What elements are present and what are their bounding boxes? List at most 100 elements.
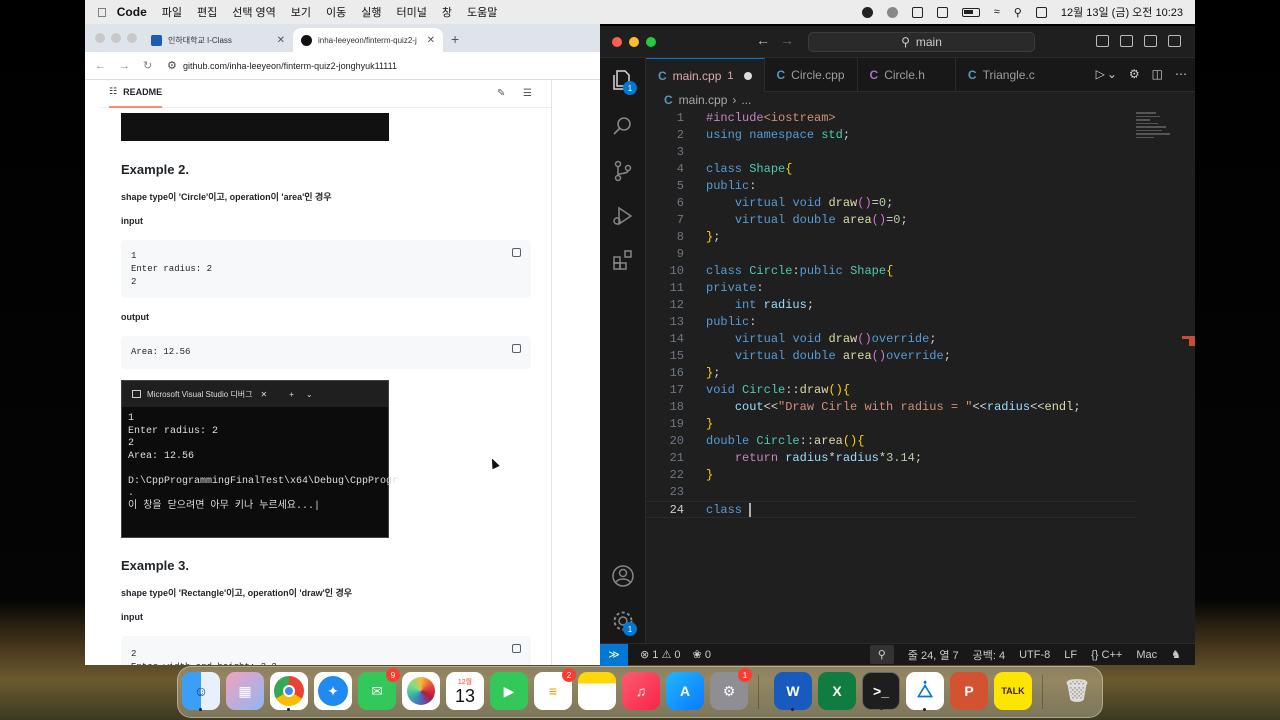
launchpad-icon[interactable]: ▦ bbox=[226, 672, 264, 710]
source-control-icon[interactable] bbox=[611, 159, 635, 183]
manage-gear-icon[interactable]: 1 bbox=[611, 609, 637, 636]
photos-icon[interactable] bbox=[402, 672, 440, 710]
tab-main-cpp[interactable]: C main.cpp 1 bbox=[646, 58, 765, 92]
run-icon[interactable]: ▷ bbox=[1096, 67, 1105, 81]
encoding[interactable]: UTF-8 bbox=[1019, 649, 1050, 661]
spotlight-icon[interactable]: ⚲ bbox=[1014, 6, 1022, 19]
chrome-icon[interactable] bbox=[270, 672, 308, 711]
tab-circle-h[interactable]: C Circle.h bbox=[858, 58, 956, 92]
system-settings-icon[interactable]: ⚙ 1 bbox=[710, 668, 752, 710]
menu-go[interactable]: 이동 bbox=[326, 4, 346, 20]
menu-clock[interactable]: 12월 13일 (금) 오전 10:23 bbox=[1061, 4, 1183, 20]
close-tab-icon[interactable]: ✕ bbox=[427, 35, 435, 46]
notes-icon[interactable] bbox=[578, 672, 616, 710]
word-icon[interactable]: W bbox=[774, 672, 812, 711]
status-ports[interactable]: ❀ 0 bbox=[693, 648, 711, 661]
readme-tab[interactable]: ☷ README bbox=[109, 80, 163, 108]
remote-indicator-icon[interactable]: ≫ bbox=[600, 643, 628, 666]
code-editor[interactable]: 1 #include<iostream> 2 using namespace std… bbox=[646, 110, 1195, 640]
copy-icon[interactable] bbox=[512, 344, 521, 353]
back-icon[interactable]: ← bbox=[95, 60, 109, 72]
platform[interactable]: Mac bbox=[1136, 649, 1157, 661]
minimize-window-icon[interactable] bbox=[111, 33, 121, 43]
close-window-icon[interactable] bbox=[612, 36, 622, 47]
input-source-icon[interactable] bbox=[936, 6, 948, 18]
run-dropdown-icon[interactable]: ⌄ bbox=[1107, 67, 1117, 81]
nav-forward-icon[interactable]: → bbox=[780, 32, 794, 48]
finder-icon[interactable]: ☺ bbox=[182, 672, 220, 711]
zoom-window-icon[interactable] bbox=[127, 33, 137, 43]
menu-edit[interactable]: 편집 bbox=[197, 4, 217, 20]
browser-tab-iclass[interactable]: 인하대학교 I-Class ✕ bbox=[143, 28, 293, 52]
cursor-position[interactable]: 줄 24, 열 7 bbox=[908, 647, 959, 663]
explorer-icon[interactable]: 1 bbox=[611, 68, 637, 95]
zoom-icon[interactable]: ⚲ bbox=[869, 645, 894, 664]
reminders-icon[interactable]: ≡ 2 bbox=[534, 668, 576, 710]
edit-pencil-icon[interactable]: ✎ bbox=[497, 88, 505, 99]
vscode-icon[interactable]: ⧊ bbox=[906, 672, 944, 711]
status-problems[interactable]: ⊗ 1 ⚠ 0 bbox=[640, 648, 681, 661]
customize-layout-icon[interactable] bbox=[1168, 35, 1181, 47]
music-icon[interactable]: ♫ bbox=[622, 672, 660, 710]
breadcrumb-file[interactable]: main.cpp bbox=[679, 93, 728, 107]
powerpoint-icon[interactable]: P bbox=[950, 672, 988, 710]
toggle-sidebar-icon[interactable] bbox=[1096, 35, 1109, 47]
more-actions-icon[interactable]: ⋯ bbox=[1175, 67, 1187, 81]
split-editor-icon[interactable]: ◫ bbox=[1152, 67, 1163, 81]
copy-icon[interactable] bbox=[512, 248, 521, 257]
new-tab-icon[interactable]: + bbox=[451, 31, 459, 47]
excel-icon[interactable]: X bbox=[818, 672, 856, 710]
safari-icon[interactable]: ✦ bbox=[314, 672, 352, 710]
settings-gear-icon[interactable]: ⚙ bbox=[1129, 67, 1140, 81]
terminal-icon[interactable]: >_ bbox=[862, 672, 900, 710]
record-icon[interactable] bbox=[861, 6, 873, 18]
site-info-icon[interactable]: ⚙ bbox=[167, 59, 181, 72]
reload-icon[interactable]: ↻ bbox=[143, 59, 157, 72]
unsaved-dot-icon[interactable] bbox=[743, 71, 752, 80]
breadcrumb-symbol[interactable]: ... bbox=[741, 93, 751, 107]
menu-file[interactable]: 파일 bbox=[162, 4, 182, 20]
menu-window[interactable]: 창 bbox=[442, 4, 452, 20]
app-status-icon[interactable] bbox=[911, 6, 923, 18]
nav-back-icon[interactable]: ← bbox=[756, 32, 770, 48]
browser-tab-github[interactable]: inha-leeyeon/finterm-quiz2-j ✕ bbox=[293, 28, 443, 52]
trash-icon[interactable]: 🗑 bbox=[1058, 672, 1096, 710]
app-store-icon[interactable]: A bbox=[666, 672, 704, 710]
language-mode[interactable]: {} C++ bbox=[1091, 649, 1122, 661]
forward-icon[interactable]: → bbox=[119, 60, 133, 72]
indentation[interactable]: 공백: 4 bbox=[973, 647, 1005, 663]
close-tab-icon[interactable]: ✕ bbox=[277, 35, 285, 46]
notifications-bell-icon[interactable]: ♞ bbox=[1171, 648, 1181, 661]
chat-icon[interactable] bbox=[886, 6, 898, 18]
url-field[interactable]: github.com/inha-leeyeon/finterm-quiz2-jo… bbox=[183, 61, 397, 71]
facetime-icon[interactable]: ▶ bbox=[490, 672, 528, 710]
search-icon[interactable] bbox=[611, 114, 635, 138]
outline-list-icon[interactable]: ☰ bbox=[523, 88, 532, 99]
toggle-panel-icon[interactable] bbox=[1120, 35, 1133, 47]
extensions-icon[interactable] bbox=[611, 248, 635, 272]
minimap[interactable] bbox=[1136, 112, 1176, 152]
calendar-icon[interactable]: 12월 13 bbox=[446, 672, 484, 710]
battery-icon[interactable] bbox=[961, 7, 980, 17]
account-icon[interactable] bbox=[611, 564, 635, 588]
tab-triangle[interactable]: C Triangle.c bbox=[956, 58, 1047, 92]
tab-circle-cpp[interactable]: C Circle.cpp bbox=[765, 58, 858, 92]
toggle-secondary-sidebar-icon[interactable] bbox=[1144, 35, 1157, 47]
apple-icon[interactable]:  bbox=[97, 5, 107, 20]
menu-app-name[interactable]: Code bbox=[117, 5, 147, 19]
messages-icon[interactable]: ✉ 9 bbox=[358, 668, 400, 710]
copy-icon[interactable] bbox=[512, 644, 521, 653]
menu-selection[interactable]: 선택 영역 bbox=[232, 4, 276, 20]
close-window-icon[interactable] bbox=[95, 33, 105, 43]
menu-help[interactable]: 도움말 bbox=[467, 4, 497, 20]
command-center-search[interactable]: ⚲ main bbox=[808, 32, 1035, 52]
menu-run[interactable]: 실행 bbox=[361, 4, 381, 20]
menu-view[interactable]: 보기 bbox=[291, 4, 311, 20]
kakaotalk-icon[interactable]: TALK bbox=[994, 672, 1032, 710]
wifi-icon[interactable]: ≈ bbox=[994, 6, 1000, 18]
menu-terminal[interactable]: 터미널 bbox=[397, 4, 427, 20]
minimize-window-icon[interactable] bbox=[629, 36, 639, 47]
zoom-window-icon[interactable] bbox=[646, 36, 656, 47]
run-debug-icon[interactable] bbox=[611, 204, 635, 228]
end-of-line[interactable]: LF bbox=[1064, 649, 1077, 661]
